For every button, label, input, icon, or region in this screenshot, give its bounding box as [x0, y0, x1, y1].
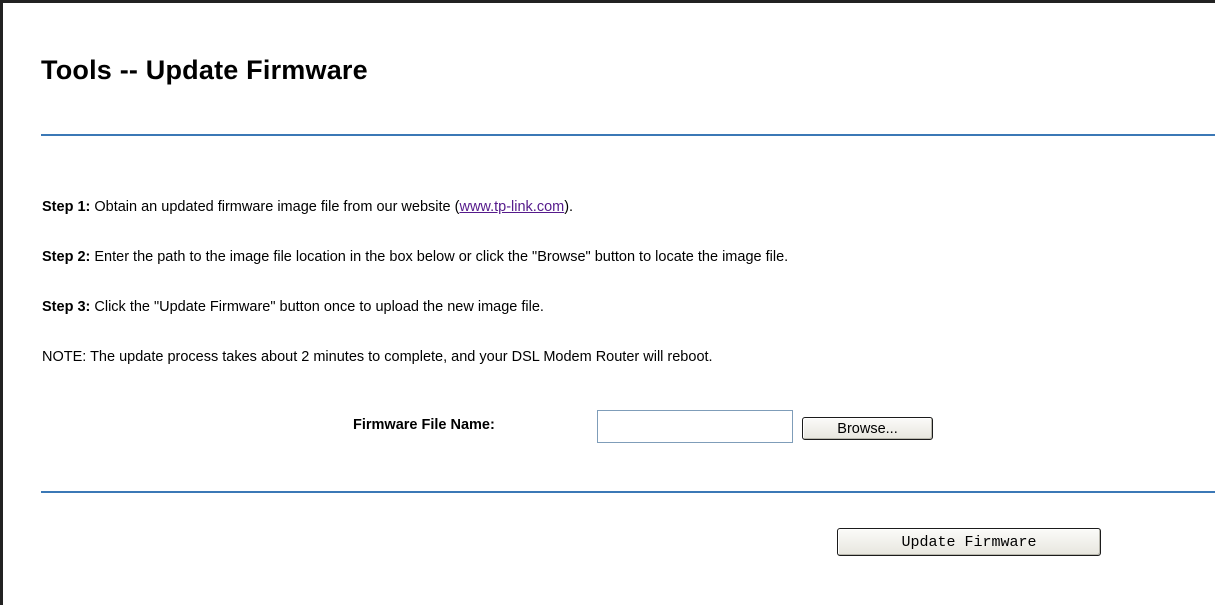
top-divider [41, 134, 1215, 136]
update-firmware-button[interactable]: Update Firmware [837, 528, 1101, 556]
step-1-body: Obtain an updated firmware image file fr… [90, 199, 460, 215]
browse-button[interactable]: Browse... [802, 417, 933, 440]
step-1-tail: ). [564, 199, 574, 215]
tp-link-website-link[interactable]: www.tp-link.com [459, 199, 564, 215]
firmware-file-input[interactable] [597, 410, 793, 443]
firmware-file-name-label: Firmware File Name: [353, 417, 495, 433]
bottom-divider [41, 491, 1215, 493]
step-1-label: Step 1: [42, 199, 91, 215]
step-2-body: Enter the path to the image file locatio… [90, 249, 789, 265]
page-title: Tools -- Update Firmware [41, 55, 368, 85]
step-2-text: Step 2: Enter the path to the image file… [42, 249, 788, 265]
step-3-text: Step 3: Click the "Update Firmware" butt… [42, 299, 544, 315]
update-note: NOTE: The update process takes about 2 m… [42, 349, 713, 365]
step-3-label: Step 3: [42, 299, 91, 315]
step-2-label: Step 2: [42, 249, 91, 265]
step-1-text: Step 1: Obtain an updated firmware image… [42, 199, 573, 215]
page-frame: Tools -- Update Firmware Step 1: Obtain … [0, 0, 1215, 605]
step-3-body: Click the "Update Firmware" button once … [90, 299, 544, 315]
